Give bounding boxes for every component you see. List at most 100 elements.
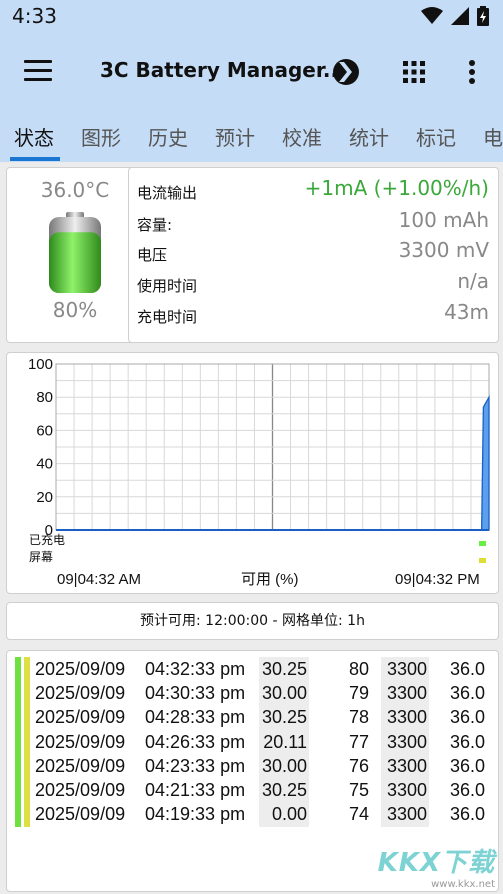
- log-cell-temp: 36.0: [449, 682, 485, 703]
- tab-calibrate[interactable]: 校准: [282, 122, 322, 151]
- tab-stats[interactable]: 统计: [349, 122, 389, 151]
- log-cell-level: 77: [348, 731, 369, 752]
- battery-level-icon: [49, 212, 101, 293]
- log-cell-mv: 3300: [381, 729, 429, 755]
- app-logo-icon[interactable]: [330, 56, 362, 88]
- table-row[interactable]: 2025/09/09 04:19:33 pm 0.00 74 3300 36.0: [35, 802, 485, 828]
- log-cell-time: 04:32:33 pm: [145, 658, 246, 679]
- log-cell-temp: 36.0: [449, 780, 485, 801]
- tab-more[interactable]: 电: [483, 122, 503, 151]
- log-cell-time: 04:26:33 pm: [145, 731, 246, 752]
- capacity-label: 容量:: [137, 216, 173, 234]
- forecast-text: 预计可用: 12:00:00 - 网格单位: 1h: [140, 613, 365, 629]
- y-tick-label: 100: [28, 356, 53, 373]
- tab-bar: 状态 图形 历史 预计 校准 统计 标记 电: [0, 110, 503, 162]
- row-label-charged: 已充电: [29, 532, 65, 547]
- app-bar: 3C Battery Manager...: [0, 34, 503, 110]
- y-tick-label: 80: [36, 389, 53, 406]
- battery-graph-card[interactable]: 100 80 60 40 20 0 已充电 屏幕 09|04:32 AM 可用 (%) 0…: [6, 352, 499, 594]
- log-cell-pct: 30.00: [259, 681, 309, 706]
- tab-status[interactable]: 状态: [14, 122, 54, 151]
- capacity-value: 100 mAh: [398, 208, 489, 232]
- grid-icon[interactable]: [398, 56, 430, 88]
- tab-graph[interactable]: 图形: [81, 122, 121, 151]
- y-tick-label: 40: [36, 456, 53, 473]
- usage-time-row: 使用时间 n/a: [137, 269, 489, 299]
- log-cell-date: 2025/09/09: [35, 682, 126, 703]
- log-cell-date: 2025/09/09: [35, 804, 126, 825]
- log-cell-time: 04:21:33 pm: [145, 780, 246, 801]
- log-cell-pct: 30.25: [259, 778, 309, 803]
- row-label-screen: 屏幕: [29, 550, 53, 564]
- log-cell-temp: 36.0: [449, 707, 485, 728]
- charge-time-value: 43m: [444, 300, 489, 324]
- watermark: KKX下载 www.kkx.net: [377, 848, 495, 890]
- table-row[interactable]: 2025/09/09 04:26:33 pm 20.11 77 3300 36.0: [35, 729, 485, 755]
- log-cell-mv: 3300: [381, 778, 429, 803]
- y-tick-label: 60: [36, 422, 53, 439]
- menu-button[interactable]: [24, 60, 52, 82]
- current-label: 电流输出: [137, 184, 198, 202]
- screen-strip: [24, 657, 30, 827]
- log-cell-time: 04:23:33 pm: [145, 755, 246, 776]
- log-cell-level: 74: [348, 804, 369, 825]
- log-cell-level: 75: [348, 780, 369, 801]
- wifi-icon: [421, 7, 443, 24]
- current-value: +1mA (+1.00%/h): [304, 176, 489, 200]
- log-cell-mv: 3300: [381, 705, 429, 730]
- log-cell-time: 04:28:33 pm: [145, 707, 246, 728]
- capacity-row: 容量: 100 mAh: [137, 208, 489, 238]
- battery-charging-icon: [477, 6, 489, 26]
- current-row: 电流输出 +1mA (+1.00%/h): [137, 176, 489, 206]
- log-cell-date: 2025/09/09: [35, 658, 126, 679]
- tab-markers[interactable]: 标记: [416, 122, 456, 151]
- log-cell-temp: 36.0: [449, 658, 485, 679]
- y-tick-label: 20: [36, 489, 53, 506]
- log-cell-time: 04:30:33 pm: [145, 682, 246, 703]
- charge-time-label: 充电时间: [137, 308, 198, 326]
- log-cell-temp: 36.0: [449, 804, 485, 825]
- charging-strip: [15, 657, 21, 827]
- battery-graph: 100806040200 已充电 屏幕 09|04:32 AM 可用 (%) 0…: [28, 356, 490, 588]
- signal-icon: [451, 7, 469, 25]
- voltage-label: 电压: [137, 246, 168, 264]
- tab-estimate[interactable]: 预计: [215, 122, 255, 151]
- voltage-value: 3300 mV: [398, 238, 489, 262]
- log-cell-temp: 36.0: [449, 755, 485, 776]
- log-cell-mv: 3300: [381, 657, 429, 682]
- tab-history[interactable]: 历史: [148, 122, 188, 151]
- table-row[interactable]: 2025/09/09 04:32:33 pm 30.25 80 3300 36.0: [35, 657, 485, 682]
- table-row[interactable]: 2025/09/09 04:30:33 pm 30.00 79 3300 36.0: [35, 681, 485, 706]
- x-axis-label: 可用 (%): [241, 571, 299, 588]
- log-cell-pct: 30.25: [259, 657, 309, 682]
- log-cell-mv: 3300: [381, 754, 429, 779]
- table-row[interactable]: 2025/09/09 04:21:33 pm 30.25 75 3300 36.0: [35, 778, 485, 803]
- usage-time-value: n/a: [457, 269, 489, 293]
- log-cell-time: 04:19:33 pm: [145, 804, 246, 825]
- table-row[interactable]: 2025/09/09 04:28:33 pm 30.25 78 3300 36.0: [35, 705, 485, 730]
- table-row[interactable]: 2025/09/09 04:23:33 pm 30.00 76 3300 36.0: [35, 754, 485, 779]
- log-cell-date: 2025/09/09: [35, 755, 126, 776]
- more-options-icon[interactable]: [456, 56, 488, 88]
- app-title: 3C Battery Manager...: [100, 58, 346, 82]
- log-cell-mv: 3300: [381, 681, 429, 706]
- forecast-bar[interactable]: 预计可用: 12:00:00 - 网格单位: 1h: [6, 602, 499, 640]
- history-log-table: 2025/09/09 04:32:33 pm 30.25 80 3300 36.0 2025…: [35, 657, 485, 828]
- menu-icon: [24, 60, 52, 63]
- log-cell-mv: 3300: [381, 802, 429, 828]
- log-cell-pct: 0.00: [259, 802, 309, 828]
- log-cell-level: 78: [348, 707, 369, 728]
- log-cell-pct: 30.00: [259, 754, 309, 779]
- battery-card[interactable]: 36.0°C 80%: [6, 167, 146, 343]
- log-cell-date: 2025/09/09: [35, 731, 126, 752]
- log-cell-date: 2025/09/09: [35, 707, 126, 728]
- log-cell-level: 76: [348, 755, 369, 776]
- usage-time-label: 使用时间: [137, 277, 198, 295]
- status-time: 4:33: [12, 4, 57, 28]
- x-end-label: 09|04:32 PM: [395, 571, 480, 588]
- charged-indicator: [479, 541, 486, 546]
- active-tab-indicator: [10, 157, 60, 161]
- battery-info-card[interactable]: 电流输出 +1mA (+1.00%/h) 容量: 100 mAh 电压 3300…: [128, 167, 499, 343]
- log-cell-date: 2025/09/09: [35, 780, 126, 801]
- log-cell-pct: 20.11: [259, 729, 309, 755]
